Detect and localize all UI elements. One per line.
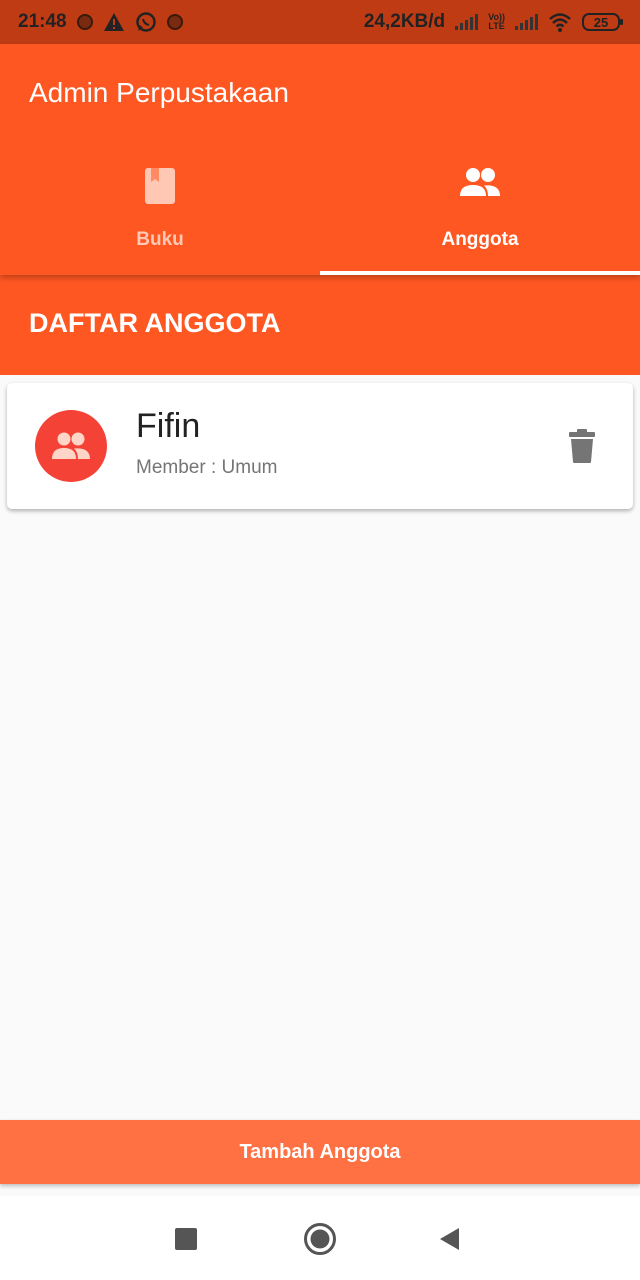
battery-icon: 25 xyxy=(582,13,623,31)
status-bar-left: 21:48 xyxy=(18,11,183,33)
recents-button[interactable] xyxy=(175,1228,197,1250)
network-speed: 24,2KB/d xyxy=(363,11,446,32)
member-type: Member : Umum xyxy=(136,457,278,478)
app-title: Admin Perpustakaan xyxy=(29,77,289,108)
status-bar-right: 24,2KB/d Vo)) LTE 25 xyxy=(363,11,623,33)
navigation-bar xyxy=(0,1196,640,1280)
signal-icon xyxy=(515,14,538,30)
delete-icon[interactable] xyxy=(567,428,597,464)
signal-icon xyxy=(455,14,479,30)
avatar xyxy=(35,410,107,482)
book-icon xyxy=(145,168,175,204)
people-icon xyxy=(52,432,90,459)
tab-buku-label: Buku xyxy=(136,229,184,250)
battery-level: 25 xyxy=(593,14,609,30)
section-title: DAFTAR ANGGOTA xyxy=(29,308,281,338)
notification-dot-icon xyxy=(76,14,93,30)
volte-bottom-label: LTE xyxy=(488,21,505,31)
notification-dot-icon xyxy=(166,14,183,30)
warning-icon xyxy=(103,13,124,31)
tab-buku[interactable]: Buku xyxy=(0,162,320,275)
section-header: DAFTAR ANGGOTA xyxy=(0,275,640,375)
add-member-button[interactable]: Tambah Anggota xyxy=(0,1120,640,1184)
clock: 21:48 xyxy=(18,11,67,32)
tab-indicator xyxy=(320,271,640,275)
tab-anggota-label: Anggota xyxy=(441,229,519,250)
app-bar: Admin Perpustakaan Buku Anggota xyxy=(0,44,640,275)
whatsapp-icon xyxy=(135,12,156,32)
back-button[interactable] xyxy=(439,1227,461,1251)
home-button[interactable] xyxy=(303,1222,337,1256)
member-list-item[interactable]: Fifin Member : Umum xyxy=(7,383,633,509)
tab-anggota[interactable]: Anggota xyxy=(320,162,640,275)
member-name: Fifin xyxy=(136,407,201,445)
status-bar: 21:48 24,2KB/d Vo)) LTE 25 xyxy=(0,0,640,44)
volte-icon: Vo)) LTE xyxy=(488,13,505,31)
wifi-icon xyxy=(549,13,571,32)
people-icon xyxy=(460,168,500,196)
